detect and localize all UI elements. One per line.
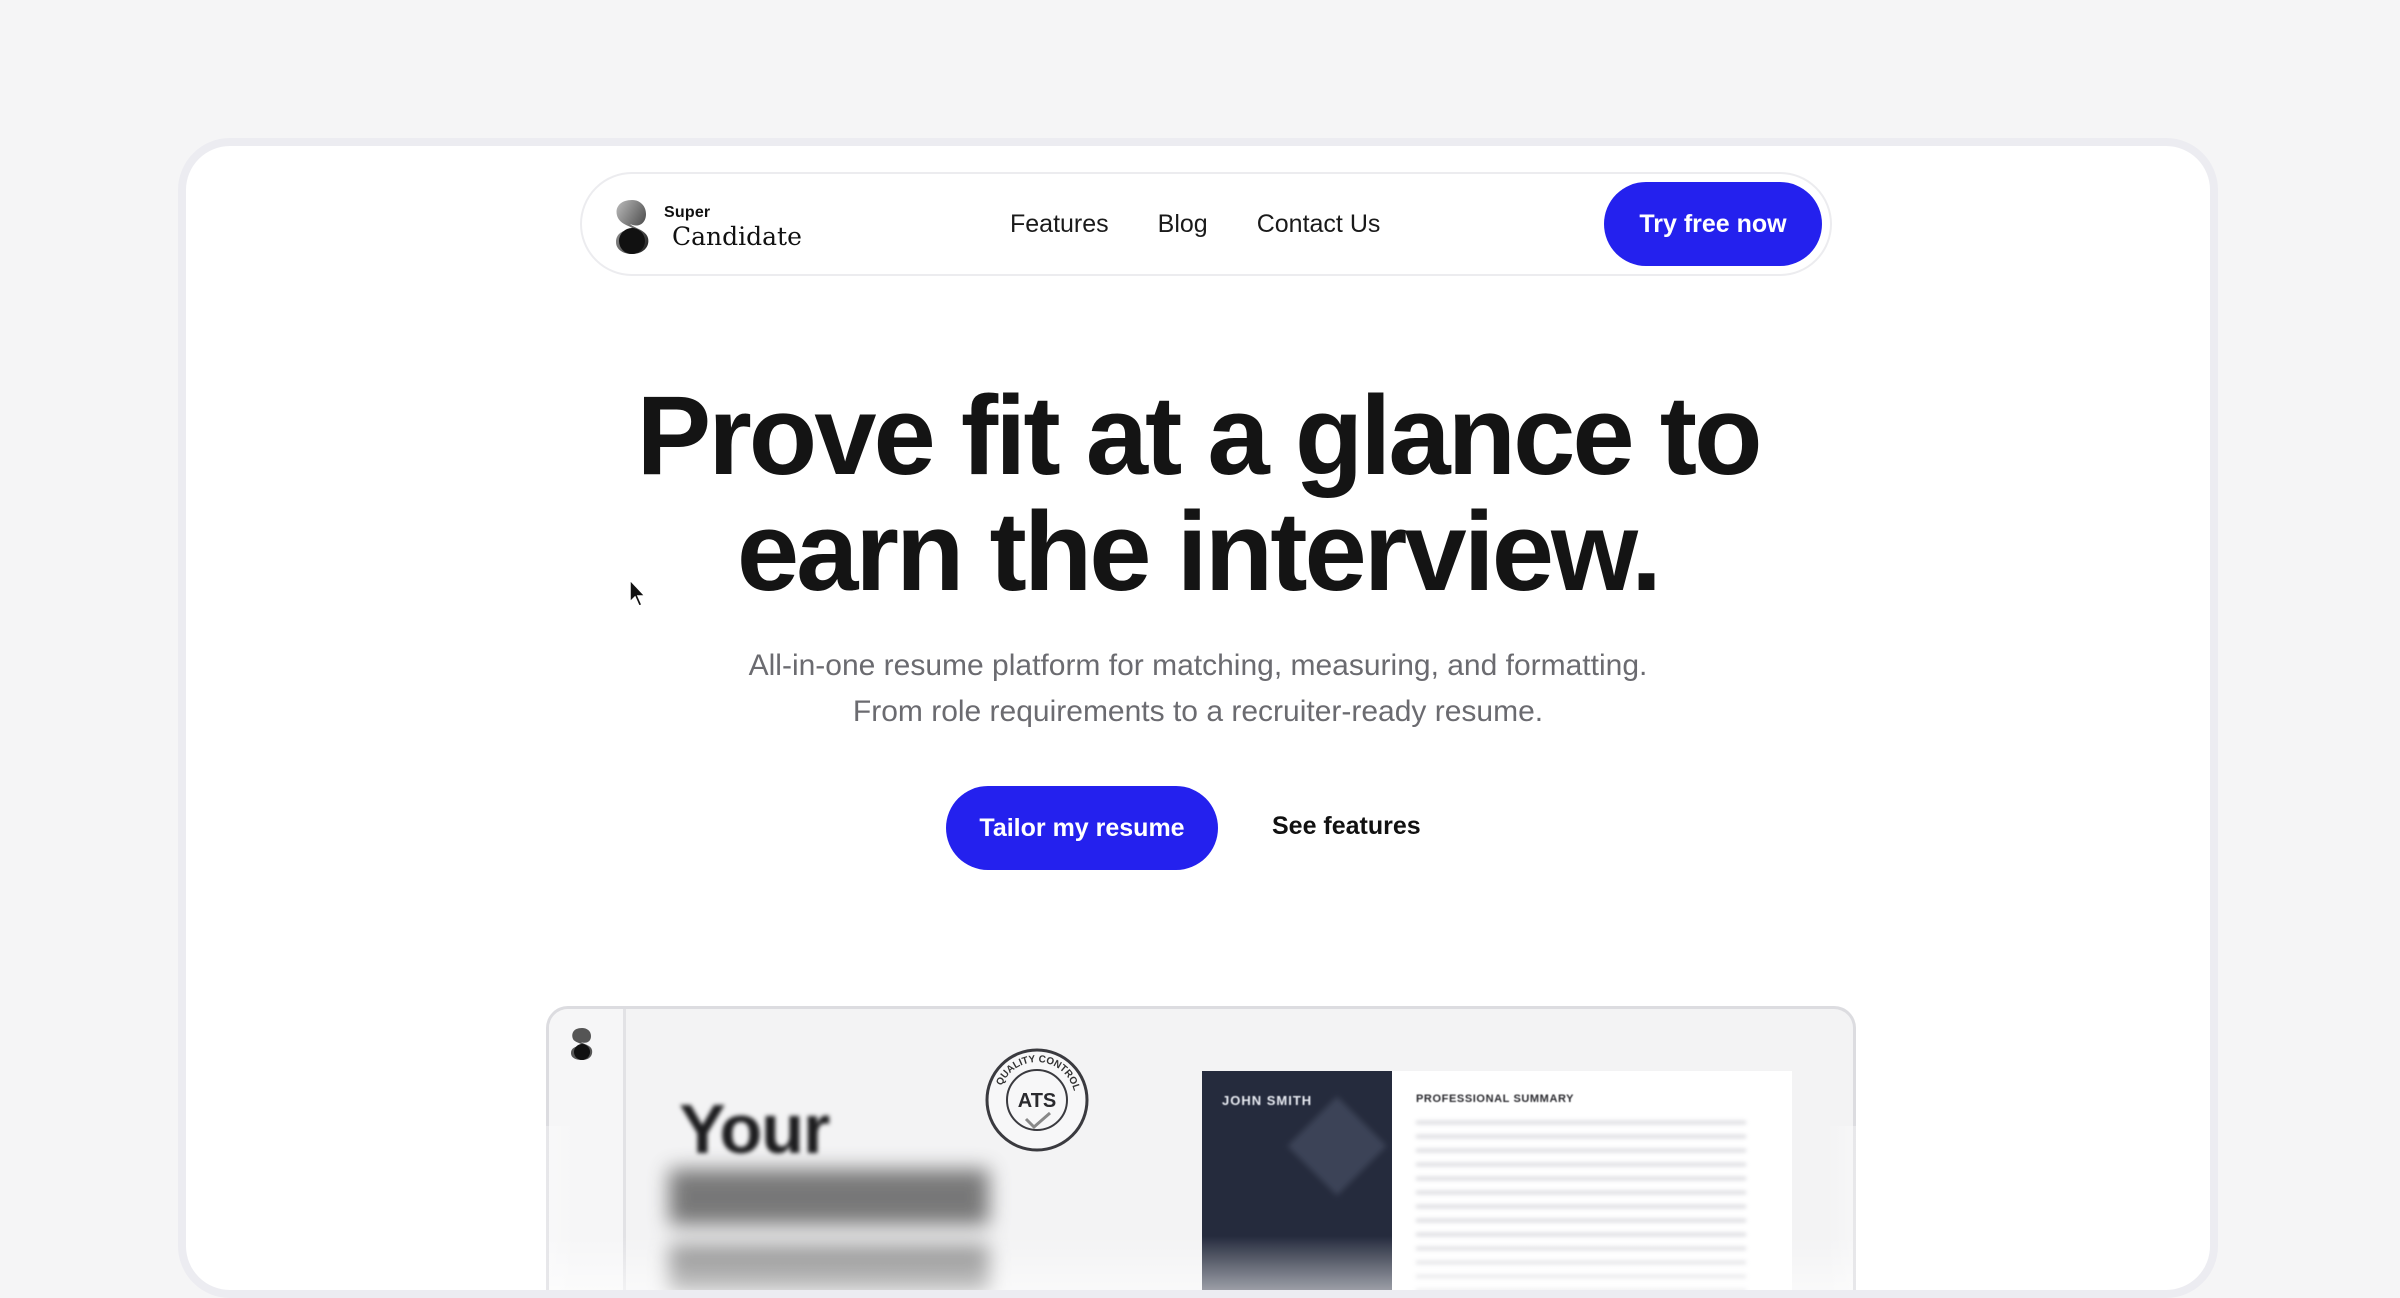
preview-logo-icon <box>571 1028 593 1060</box>
resume-name: JOHN SMITH <box>1222 1093 1313 1108</box>
hero-subtitle-line-1: All-in-one resume platform for matching,… <box>748 649 1648 682</box>
nav-link-features[interactable]: Features <box>1010 210 1109 239</box>
ats-badge-icon: QUALITY CONTROL ATS <box>985 1048 1089 1152</box>
nav-link-contact[interactable]: Contact Us <box>1257 210 1381 239</box>
preview-right-fade <box>1826 1126 1916 1290</box>
preview-bottom-fade <box>549 1236 1853 1290</box>
ats-badge-text: ATS <box>1018 1090 1057 1112</box>
tailor-resume-button[interactable]: Tailor my resume <box>946 786 1218 870</box>
browser-frame: Super Candidate Features Blog Contact Us… <box>178 138 2218 1298</box>
logo-candidate-text: Candidate <box>672 222 802 251</box>
resume-section-heading: PROFESSIONAL SUMMARY <box>1416 1093 1575 1105</box>
logo-mark-icon <box>616 200 649 254</box>
see-features-link[interactable]: See features <box>1272 812 1421 841</box>
resume-diamond-shape <box>1287 1096 1387 1196</box>
hero-subtitle-line-2: From role requirements to a recruiter-re… <box>852 695 1544 728</box>
top-navigation: Super Candidate Features Blog Contact Us… <box>580 172 1832 276</box>
app-preview: Your QUALITY CONTROL ATS JOHN SMITH PROF… <box>546 1006 1856 1290</box>
try-free-button[interactable]: Try free now <box>1604 182 1822 266</box>
hero-title-line-1: Prove fit at a glance to <box>636 373 1763 498</box>
preview-left-fade <box>486 1126 576 1290</box>
hero-title-line-2: earn the interview. <box>736 489 1662 614</box>
mouse-cursor-icon <box>629 578 647 607</box>
logo[interactable]: Super Candidate <box>612 198 802 258</box>
hero-subtitle: All-in-one resume platform for matching,… <box>186 643 2210 735</box>
nav-links: Features Blog Contact Us <box>1010 210 1380 239</box>
hero-cta-row: Tailor my resume See features <box>946 786 1466 870</box>
logo-super-text: Super <box>664 204 711 221</box>
hero-title: Prove fit at a glance to earn the interv… <box>186 378 2210 610</box>
preview-headline: Your <box>679 1090 830 1168</box>
nav-link-blog[interactable]: Blog <box>1158 210 1208 239</box>
